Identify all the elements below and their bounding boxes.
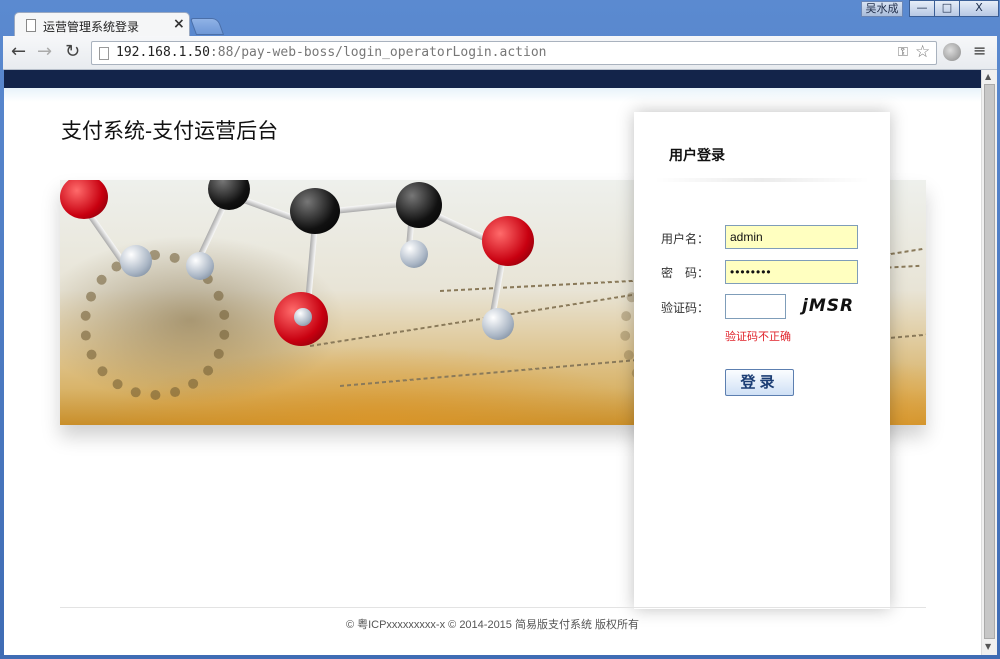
address-url[interactable]: 192.168.1.50:88/pay-web-boss/login_opera… xyxy=(116,45,546,60)
tab-title: 运营管理系统登录 xyxy=(43,20,140,34)
browser-window: 运营管理系统登录 × 吴水成 — □ X ← → ↻ 192.168.1.50:… xyxy=(0,0,1000,659)
maximize-button[interactable]: □ xyxy=(934,0,960,17)
globe-icon[interactable] xyxy=(943,43,961,61)
captcha-input[interactable] xyxy=(725,294,786,319)
divider xyxy=(654,178,870,182)
footer-divider xyxy=(60,607,926,608)
captcha-error-message: 验证码不正确 xyxy=(725,330,791,343)
molecule-atom xyxy=(482,216,534,266)
top-fade xyxy=(4,88,981,102)
key-icon[interactable]: ⚿ xyxy=(898,45,908,60)
password-label: 密 码： xyxy=(661,266,710,280)
page-icon xyxy=(26,19,36,32)
login-button[interactable]: 登录 xyxy=(725,369,794,396)
molecule-atom xyxy=(400,240,428,268)
page-icon xyxy=(99,47,109,60)
url-host: 192.168.1.50 xyxy=(116,45,210,60)
page-viewport: 支付系统-支付运营后台 用户登录 用户名： admin 密 码： •••••••… xyxy=(4,70,981,655)
profile-user-badge[interactable]: 吴水成 xyxy=(861,1,903,17)
molecule-atom xyxy=(208,180,250,210)
url-path: :88/pay-web-boss/login_operatorLogin.act… xyxy=(209,45,547,60)
browser-toolbar: ← → ↻ 192.168.1.50:88/pay-web-boss/login… xyxy=(3,36,997,70)
password-input[interactable] xyxy=(725,260,858,284)
page-title: 支付系统-支付运营后台 xyxy=(61,119,279,143)
star-icon[interactable]: ☆ xyxy=(915,42,930,62)
molecule-atom xyxy=(186,252,214,280)
scroll-down-icon[interactable]: ▼ xyxy=(985,642,991,651)
new-tab-button[interactable] xyxy=(189,18,225,35)
molecule-atom xyxy=(290,188,340,234)
reload-icon[interactable]: ↻ xyxy=(65,42,80,62)
back-arrow-icon[interactable]: ← xyxy=(11,42,26,62)
tab-close-icon[interactable]: × xyxy=(173,16,185,32)
login-panel: 用户登录 用户名： 密 码： 验证码： jMSR 验证码不正确 登录 xyxy=(634,112,890,609)
footer-copyright: © 粤ICPxxxxxxxxx-x © 2014-2015 简易版支付系统 版权… xyxy=(345,619,640,631)
molecule-atom xyxy=(294,308,312,326)
forward-arrow-icon[interactable]: → xyxy=(37,42,52,62)
close-window-button[interactable]: X xyxy=(959,0,999,17)
address-bar[interactable]: 192.168.1.50:88/pay-web-boss/login_opera… xyxy=(91,41,937,65)
username-input[interactable] xyxy=(725,225,858,249)
captcha-image[interactable]: jMSR xyxy=(802,296,854,316)
menu-icon[interactable]: ≡ xyxy=(973,43,986,59)
molecule-atom xyxy=(396,182,442,228)
login-title: 用户登录 xyxy=(669,148,725,164)
scroll-up-icon[interactable]: ▲ xyxy=(985,72,991,81)
tab-strip: 运营管理系统登录 × 吴水成 — □ X xyxy=(0,0,1000,37)
minimize-button[interactable]: — xyxy=(909,0,935,17)
captcha-label: 验证码： xyxy=(661,301,710,315)
username-label: 用户名： xyxy=(661,232,710,246)
molecule-atom xyxy=(482,308,514,340)
tab-login[interactable]: 运营管理系统登录 × xyxy=(14,12,190,37)
vertical-scrollbar[interactable]: ▲ ▼ xyxy=(981,70,997,655)
scrollbar-thumb[interactable] xyxy=(984,84,995,639)
molecule-atom xyxy=(120,245,152,277)
site-top-bar xyxy=(4,70,981,88)
molecule-atom xyxy=(60,180,108,219)
